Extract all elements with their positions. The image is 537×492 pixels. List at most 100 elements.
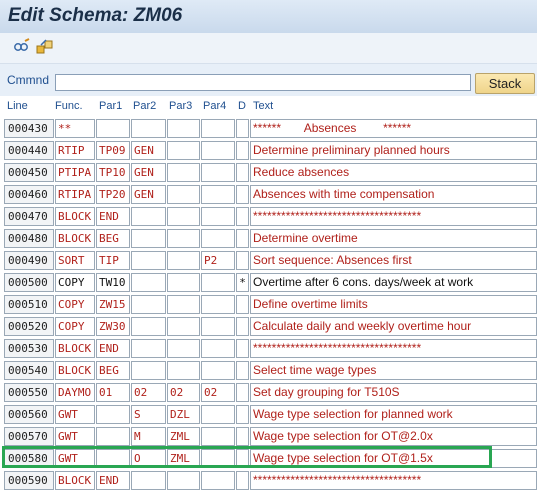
text-field[interactable]: Set day grouping for T510S: [250, 383, 537, 402]
line-number[interactable]: 000450: [4, 163, 54, 182]
table-row[interactable]: 000440 RTIP TP09 GEN Determine prelimina…: [0, 140, 537, 162]
text-field[interactable]: Wage type selection for OT@2.0x: [250, 427, 537, 446]
table-row[interactable]: 000500 COPY TW10 * Overtime after 6 cons…: [0, 272, 537, 294]
par4-field[interactable]: [201, 339, 235, 358]
func-field[interactable]: **: [55, 119, 95, 138]
line-number[interactable]: 000430: [4, 119, 54, 138]
par2-field[interactable]: [131, 317, 166, 336]
par3-field[interactable]: [167, 141, 200, 160]
par3-field[interactable]: [167, 317, 200, 336]
text-field[interactable]: Wage type selection for planned work: [250, 405, 537, 424]
par4-field[interactable]: [201, 449, 235, 468]
d-field[interactable]: [236, 449, 249, 468]
line-number[interactable]: 000540: [4, 361, 54, 380]
func-field[interactable]: SORT: [55, 251, 95, 270]
par3-field[interactable]: [167, 207, 200, 226]
d-field[interactable]: [236, 141, 249, 160]
other-object-icon[interactable]: [36, 38, 54, 56]
line-number[interactable]: 000530: [4, 339, 54, 358]
text-field[interactable]: Wage type selection for OT@1.5x: [250, 449, 537, 468]
d-field[interactable]: [236, 229, 249, 248]
func-field[interactable]: COPY: [55, 273, 95, 292]
line-number[interactable]: 000480: [4, 229, 54, 248]
line-number[interactable]: 000470: [4, 207, 54, 226]
func-field[interactable]: BLOCK: [55, 471, 95, 490]
text-field[interactable]: Determine preliminary planned hours: [250, 141, 537, 160]
line-number[interactable]: 000580: [4, 449, 54, 468]
d-field[interactable]: [236, 471, 249, 490]
par3-field[interactable]: [167, 251, 200, 270]
par1-field[interactable]: ZW30: [96, 317, 130, 336]
func-field[interactable]: GWT: [55, 427, 95, 446]
table-row[interactable]: 000550 DAYMO 01 02 02 02 Set day groupin…: [0, 382, 537, 404]
par1-field[interactable]: ZW15: [96, 295, 130, 314]
par3-field[interactable]: [167, 471, 200, 490]
line-number[interactable]: 000590: [4, 471, 54, 490]
text-field[interactable]: Reduce absences: [250, 163, 537, 182]
d-field[interactable]: [236, 295, 249, 314]
par2-field[interactable]: GEN: [131, 141, 166, 160]
d-field[interactable]: [236, 163, 249, 182]
par2-field[interactable]: O: [131, 449, 166, 468]
par4-field[interactable]: [201, 317, 235, 336]
par4-field[interactable]: [201, 207, 235, 226]
d-field[interactable]: [236, 317, 249, 336]
d-field[interactable]: [236, 405, 249, 424]
par2-field[interactable]: [131, 295, 166, 314]
par3-field[interactable]: [167, 185, 200, 204]
d-field[interactable]: *: [236, 273, 249, 292]
par4-field[interactable]: [201, 119, 235, 138]
text-field[interactable]: Determine overtime: [250, 229, 537, 248]
line-number[interactable]: 000490: [4, 251, 54, 270]
stack-button[interactable]: Stack: [475, 73, 535, 94]
par4-field[interactable]: [201, 405, 235, 424]
text-field[interactable]: Absences with time compensation: [250, 185, 537, 204]
func-field[interactable]: BLOCK: [55, 339, 95, 358]
table-row[interactable]: 000490 SORT TIP P2 Sort sequence: Absenc…: [0, 250, 537, 272]
par4-field[interactable]: P2: [201, 251, 235, 270]
display-change-icon[interactable]: [12, 38, 30, 56]
text-field[interactable]: ************************************: [250, 471, 537, 490]
func-field[interactable]: COPY: [55, 295, 95, 314]
par1-field[interactable]: END: [96, 339, 130, 358]
par3-field[interactable]: [167, 295, 200, 314]
par2-field[interactable]: [131, 119, 166, 138]
par3-field[interactable]: [167, 273, 200, 292]
func-field[interactable]: PTIPA: [55, 163, 95, 182]
d-field[interactable]: [236, 339, 249, 358]
table-row[interactable]: 000430 ** ****** Absences ******: [0, 118, 537, 140]
d-field[interactable]: [236, 119, 249, 138]
func-field[interactable]: BLOCK: [55, 229, 95, 248]
par3-field[interactable]: 02: [167, 383, 200, 402]
command-input[interactable]: [55, 74, 471, 91]
par3-field[interactable]: [167, 163, 200, 182]
func-field[interactable]: GWT: [55, 405, 95, 424]
par2-field[interactable]: [131, 207, 166, 226]
par3-field[interactable]: [167, 361, 200, 380]
par3-field[interactable]: DZL: [167, 405, 200, 424]
line-number[interactable]: 000550: [4, 383, 54, 402]
table-row[interactable]: 000450 PTIPA TP10 GEN Reduce absences: [0, 162, 537, 184]
line-number[interactable]: 000520: [4, 317, 54, 336]
par4-field[interactable]: [201, 185, 235, 204]
d-field[interactable]: [236, 251, 249, 270]
par2-field[interactable]: M: [131, 427, 166, 446]
par1-field[interactable]: BEG: [96, 229, 130, 248]
func-field[interactable]: BLOCK: [55, 361, 95, 380]
par2-field[interactable]: GEN: [131, 185, 166, 204]
table-row-selected[interactable]: 000580 GWT O ZML Wage type selection for…: [0, 448, 537, 470]
par3-field[interactable]: ZML: [167, 427, 200, 446]
func-field[interactable]: RTIP: [55, 141, 95, 160]
par4-field[interactable]: [201, 141, 235, 160]
par2-field[interactable]: GEN: [131, 163, 166, 182]
par2-field[interactable]: S: [131, 405, 166, 424]
line-number[interactable]: 000500: [4, 273, 54, 292]
table-row[interactable]: 000460 RTIPA TP20 GEN Absences with time…: [0, 184, 537, 206]
par1-field[interactable]: [96, 119, 130, 138]
func-field[interactable]: RTIPA: [55, 185, 95, 204]
d-field[interactable]: [236, 383, 249, 402]
par1-field[interactable]: [96, 427, 130, 446]
par4-field[interactable]: [201, 361, 235, 380]
par4-field[interactable]: [201, 295, 235, 314]
table-row[interactable]: 000520 COPY ZW30 Calculate daily and wee…: [0, 316, 537, 338]
